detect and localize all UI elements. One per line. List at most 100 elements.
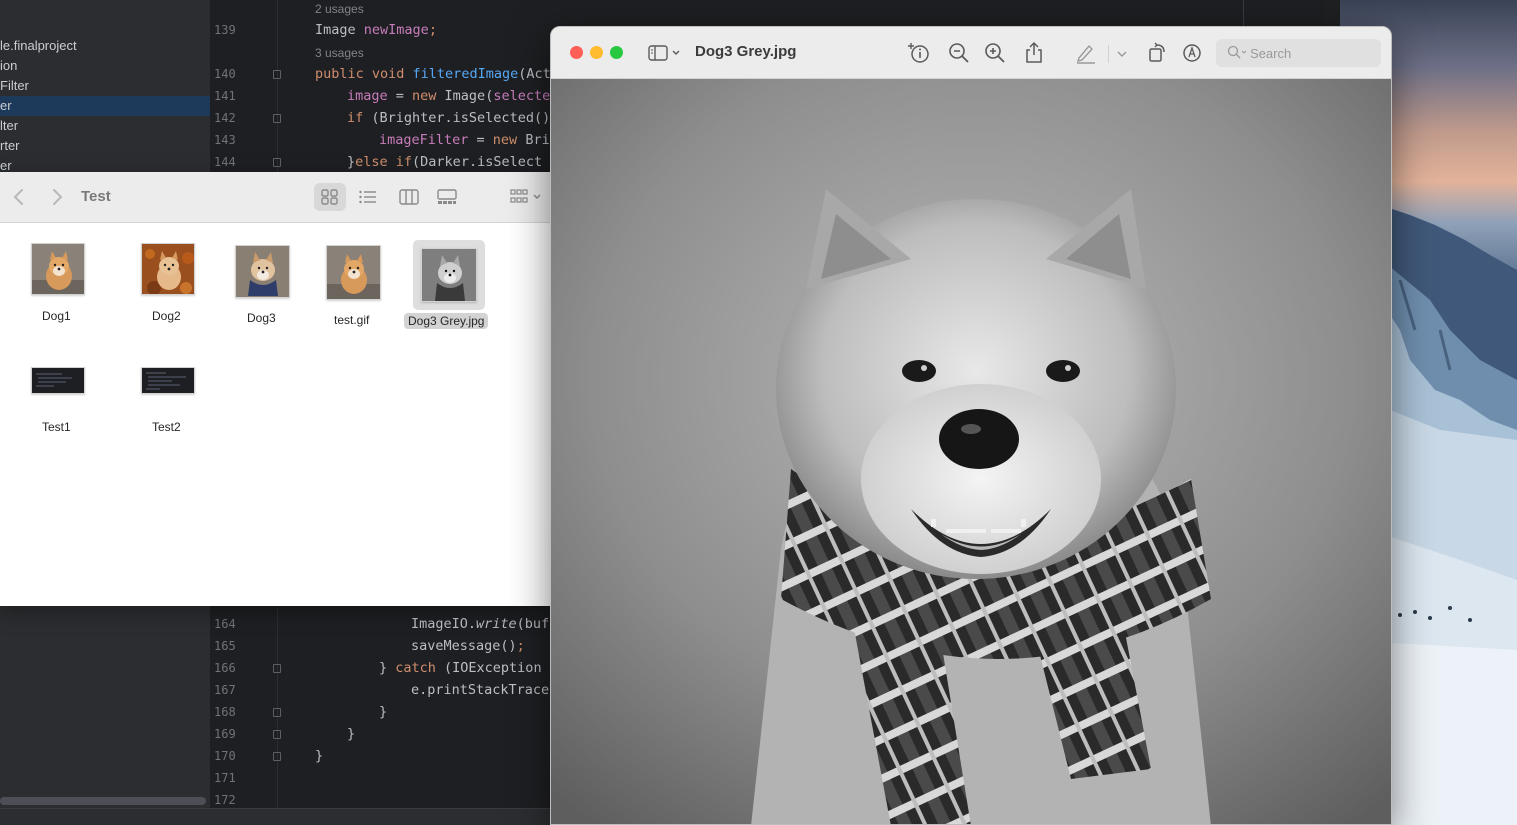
close-button[interactable] [570,46,583,59]
zoom-out-button[interactable] [947,41,971,65]
project-tree-item[interactable]: ion [0,56,210,76]
rotate-button[interactable] [1145,41,1169,65]
chevron-down-icon [1117,51,1127,57]
code-line: public void filteredImage(Acti [315,63,559,85]
finder-window-title: Test [81,188,111,205]
line-number: 141 [214,89,236,103]
line-number: 164 [214,617,236,631]
file-thumbnail-dog1[interactable] [31,243,85,295]
share-button[interactable] [1022,41,1046,65]
code-text: imageFilter = new Brig [379,132,558,148]
code-text: Image newImage; [315,22,437,38]
file-name-label-selected[interactable]: Dog3 Grey.jpg [404,313,489,329]
zoom-in-button[interactable] [983,41,1007,65]
code-text: }else if(Darker.isSelect [347,154,543,170]
dog-photo-icon [422,249,476,301]
usages-hint[interactable]: 2 usages [315,0,364,20]
preview-window[interactable]: Dog3 Grey.jpg [550,26,1392,825]
code-line: ImageIO.write(buf [411,613,549,635]
project-tree-item[interactable]: Filter [0,76,210,96]
project-tree-item[interactable]: rter [0,136,210,156]
markup-pen-icon [1076,44,1095,64]
project-tree-item[interactable]: lter [0,116,210,136]
code-text: public void filteredImage(Acti [315,66,559,82]
grid-icon [321,189,338,205]
zoom-in-icon [985,43,1005,63]
markup-button[interactable] [1074,41,1098,65]
code-line: } catch (IOException e [379,657,558,679]
line-number: 165 [214,639,236,653]
project-horizontal-scrollbar[interactable] [0,797,206,805]
code-text: } catch (IOException e [379,660,558,676]
code-line: image = new Image(selecte [347,85,550,107]
back-button[interactable] [12,186,26,213]
search-icon [1227,45,1247,59]
gallery-view-button[interactable] [430,183,462,211]
screenshot-icon [142,368,194,393]
line-number: 167 [214,683,236,697]
finder-window[interactable]: Test Dog1 Dog2 Dog3 test.gif Dog3 Grey.j… [0,172,550,606]
file-name-label[interactable]: Test2 [152,420,181,434]
code-text: } [379,704,388,720]
fold-marker-icon[interactable] [273,752,281,761]
forward-button[interactable] [50,186,64,213]
fold-marker-icon[interactable] [273,158,281,167]
list-icon [359,190,376,204]
line-number: 168 [214,705,236,719]
search-input[interactable] [1250,44,1370,62]
file-thumbnail-dog3-grey[interactable] [421,248,477,302]
file-name-label[interactable]: Dog3 [247,311,276,325]
line-number: 170 [214,749,236,763]
zoom-out-icon [949,43,969,63]
group-by-button[interactable] [503,183,547,211]
gallery-icon [437,189,457,204]
code-text: ImageIO.write(buf [411,616,550,632]
fold-marker-icon[interactable] [273,70,281,79]
grey-dog-photo [551,79,1391,824]
icon-view-button[interactable] [314,183,346,211]
search-field[interactable] [1216,39,1381,67]
image-canvas[interactable] [551,79,1391,824]
chevron-right-icon [53,189,63,205]
fold-marker-icon[interactable] [273,664,281,673]
project-tree-item-selected[interactable]: er [0,96,210,116]
file-name-label[interactable]: test.gif [334,313,369,327]
file-name-label[interactable]: Dog2 [152,309,181,323]
file-thumbnail-test2[interactable] [141,367,195,394]
markup-menu-button[interactable] [1114,41,1130,65]
fold-marker-icon[interactable] [273,708,281,717]
code-text: saveMessage(); [411,638,525,654]
code-text: e.printStackTrace [411,682,550,698]
info-button[interactable] [907,41,931,65]
minimize-button[interactable] [590,46,603,59]
dog-photo-icon [32,244,84,294]
file-thumbnail-test1[interactable] [31,367,85,394]
file-name-label[interactable]: Dog1 [42,309,71,323]
project-tree-item[interactable]: le.finalproject [0,36,210,56]
file-thumbnail-test-gif[interactable] [326,245,381,300]
annotate-button[interactable] [1180,41,1204,65]
usages-hint[interactable]: 3 usages [315,42,364,64]
code-text: image = new Image(selecte [347,88,551,104]
toolbar-divider [1108,45,1109,63]
code-line: }else if(Darker.isSelect [347,151,542,173]
screenshot-icon [32,368,84,393]
code-line: } [379,701,387,723]
line-number: 143 [214,133,236,147]
file-thumbnail-dog3[interactable] [235,245,290,298]
list-view-button[interactable] [352,183,384,211]
file-name-label[interactable]: Test1 [42,420,71,434]
finder-toolbar: Test [0,172,550,223]
zoom-button[interactable] [610,46,623,59]
fold-marker-icon[interactable] [273,114,281,123]
dog-photo-icon [236,246,289,297]
fold-marker-icon[interactable] [273,730,281,739]
column-view-button[interactable] [392,183,424,211]
code-line: } [315,745,323,767]
line-number: 144 [214,155,236,169]
file-thumbnail-dog2[interactable] [141,243,195,295]
sidebar-toggle-button[interactable] [647,41,685,65]
code-line: saveMessage(); [411,635,525,657]
preview-window-title: Dog3 Grey.jpg [695,43,797,60]
code-line: Image newImage; [315,19,437,41]
